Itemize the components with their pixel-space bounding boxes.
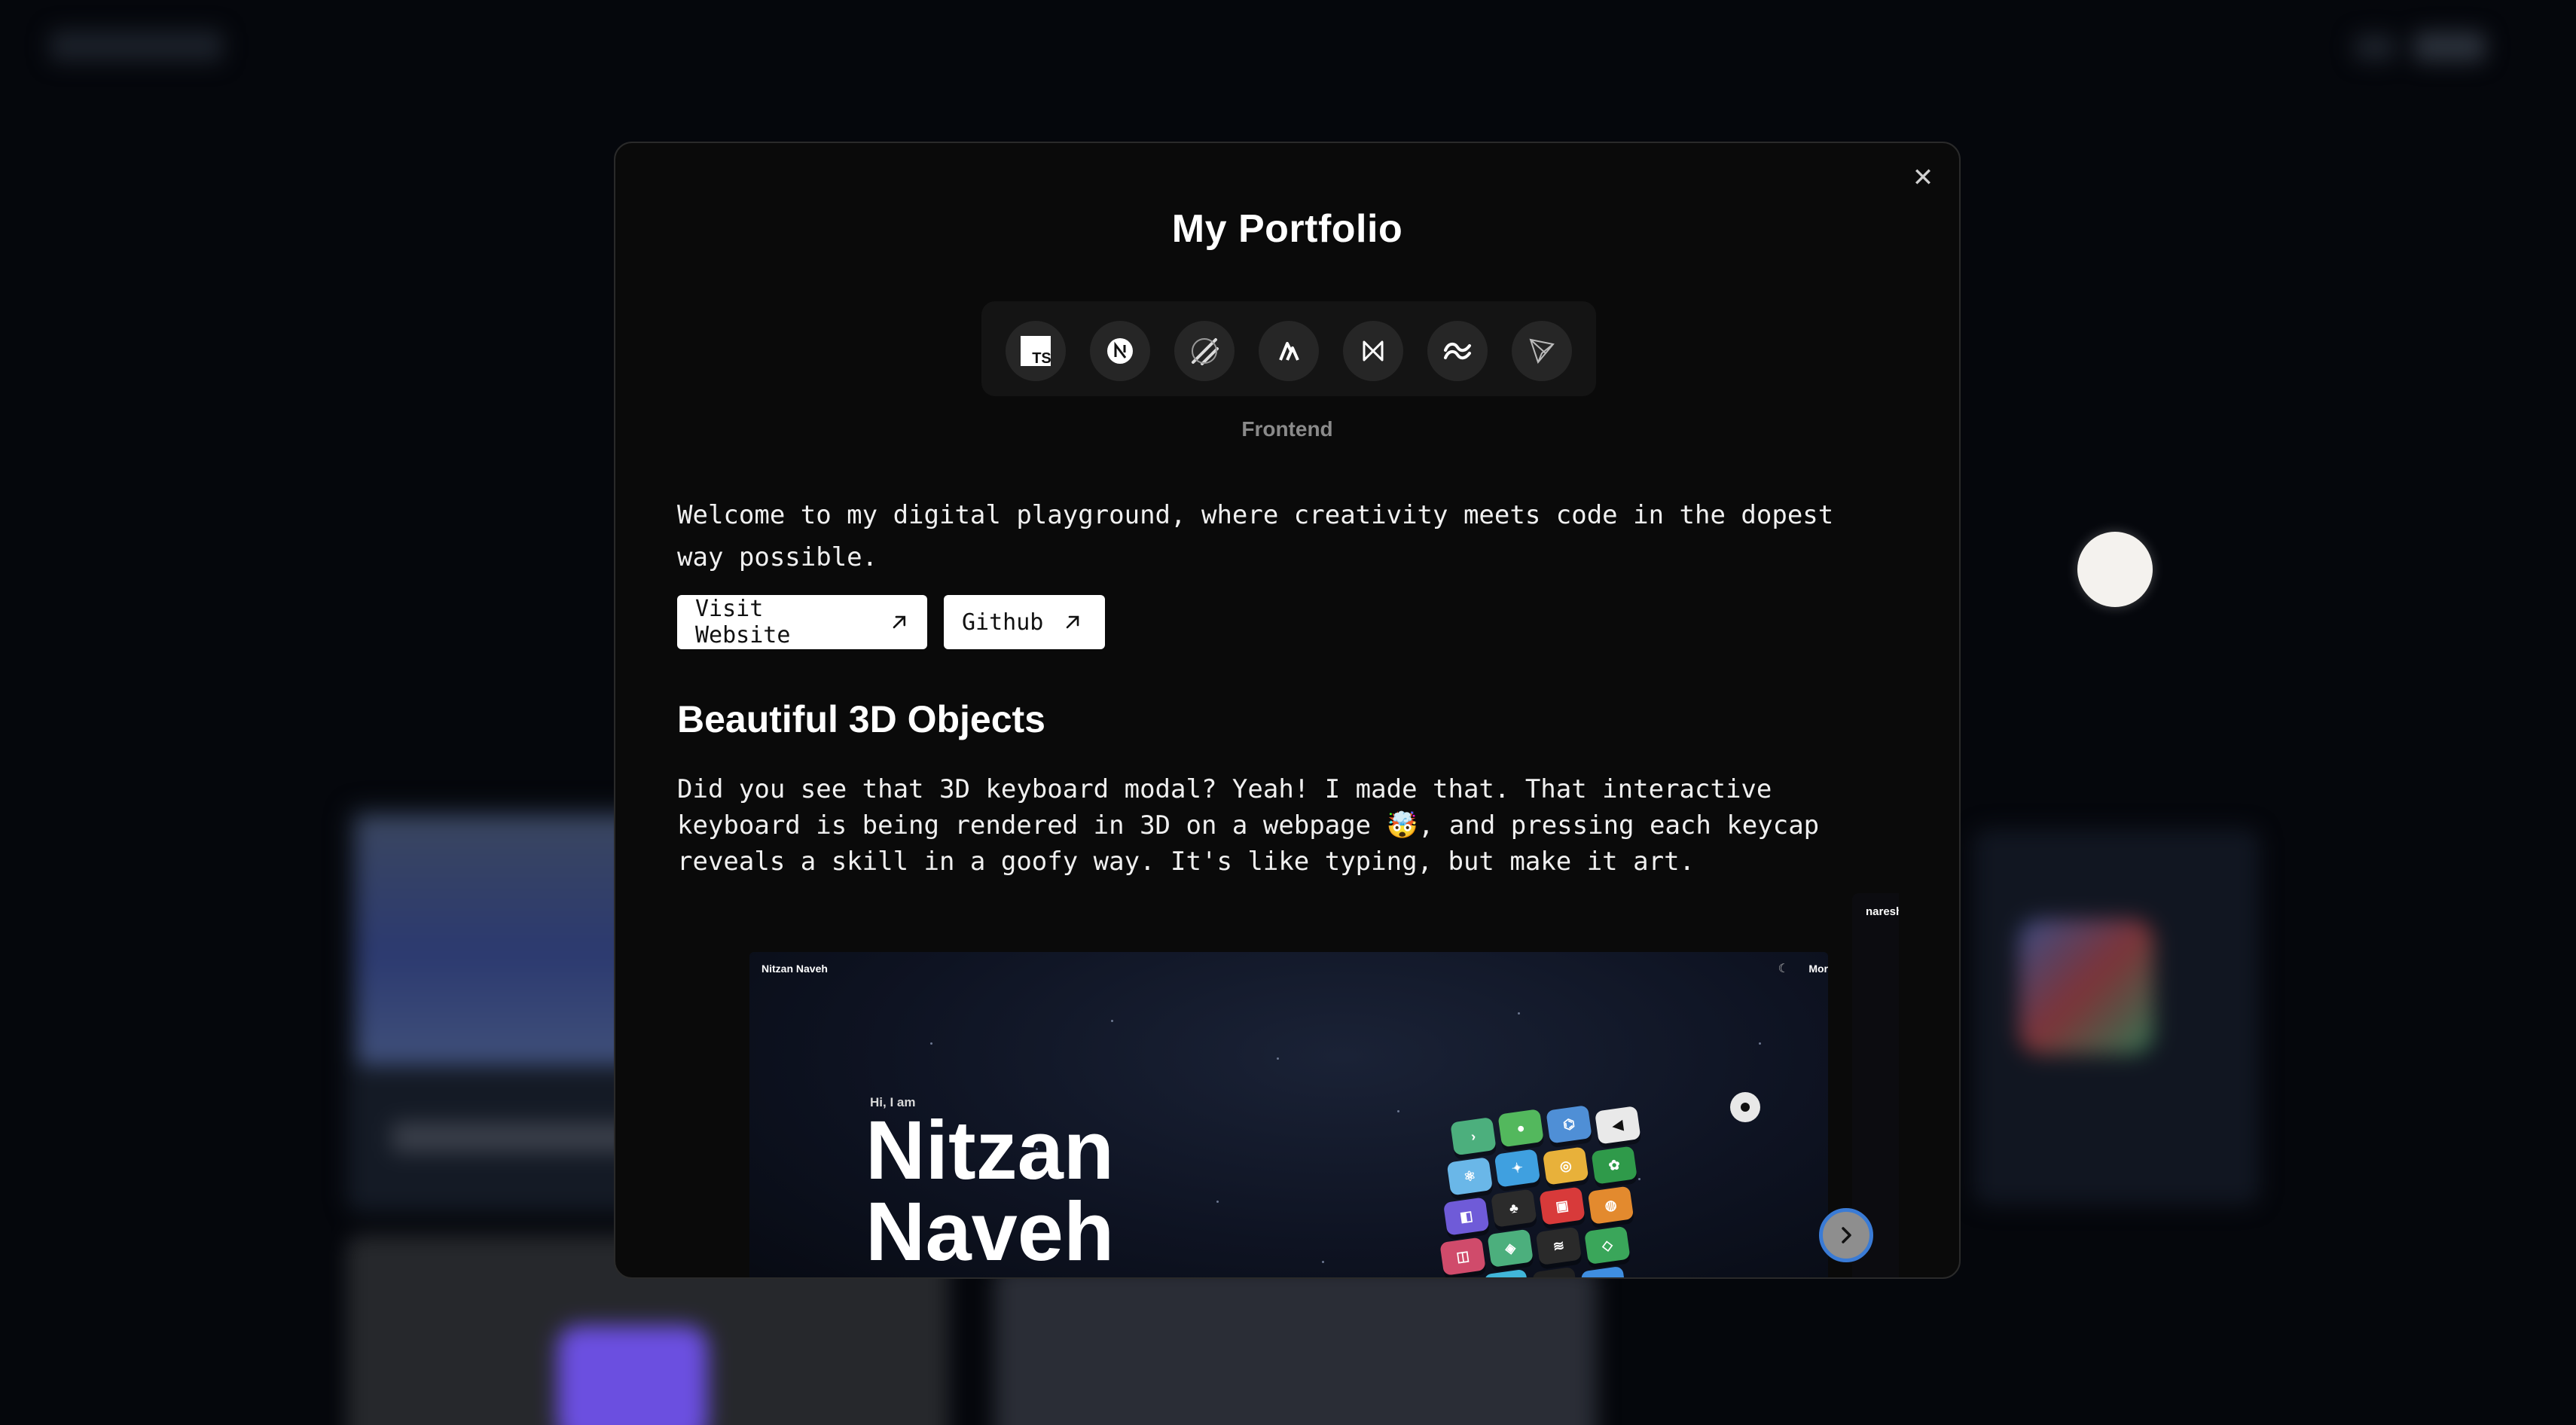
keyboard-illustration: › ● ⌬ ◀ ⚛ ✦ ◎ ✿ ◧ ♣ ▣ ◍ ◫ ◈ ≋ ◇ TS: [1396, 1085, 1699, 1279]
slide-name-line1: Nitzan: [865, 1104, 1114, 1197]
next-slide-label: naresh: [1866, 905, 1899, 918]
project-modal: ✕ My Portfolio TS Frontend Welcome to my…: [614, 142, 1961, 1279]
background-logo: [50, 30, 223, 62]
slide-cursor-dot: [1730, 1092, 1760, 1122]
background-nav-item: [2355, 35, 2395, 60]
keycap-ts: TS: [1436, 1277, 1483, 1279]
github-label: Github: [962, 609, 1044, 636]
arrow-up-right-icon: [1067, 615, 1079, 629]
close-icon[interactable]: ✕: [1912, 163, 1934, 193]
section-heading: Beautiful 3D Objects: [677, 698, 1045, 740]
page: ✕ My Portfolio TS Frontend Welcome to my…: [0, 0, 2576, 1425]
project-description: Welcome to my digital playground, where …: [677, 500, 1834, 572]
chevron-right-icon: [1842, 1227, 1851, 1243]
typescript-icon[interactable]: TS: [1006, 321, 1066, 381]
visit-website-label: Visit Website: [695, 596, 791, 648]
carousel-slide: Nitzan Naveh ☾ Mor Hi, I am Nitzan Naveh: [749, 952, 1828, 1279]
background-nav-button: [2413, 32, 2486, 62]
background-project-card: [1973, 828, 2260, 1205]
tailwind-icon[interactable]: [1427, 321, 1488, 381]
cursor-orb: [2077, 532, 2153, 607]
moon-icon: ☾: [1778, 961, 1789, 975]
section-text: Did you see that 3D keyboard modal? Yeah…: [677, 774, 1820, 877]
slide-nav-more: Mor: [1808, 963, 1828, 975]
shadcn-icon[interactable]: [1174, 321, 1235, 381]
svg-text:TS: TS: [1032, 350, 1051, 367]
slide-brand: Nitzan Naveh: [762, 963, 828, 975]
tech-stack-bar: TS: [981, 301, 1596, 396]
tech-stack-label: Frontend: [1241, 417, 1333, 441]
slide-name: Nitzan Naveh: [865, 1104, 1115, 1278]
visit-website-button[interactable]: Visit Website: [677, 595, 927, 649]
spline-icon[interactable]: [1512, 321, 1572, 381]
background-project-card: [994, 1265, 1597, 1425]
nextjs-icon[interactable]: [1090, 321, 1150, 381]
carousel-next-button[interactable]: [1819, 1208, 1873, 1262]
close-button[interactable]: ✕: [1906, 161, 1940, 194]
screenshot-carousel: naresh Nitzan Naveh ☾ Mor Hi, I am Nitza…: [677, 893, 1899, 1279]
github-button[interactable]: Github: [944, 595, 1105, 649]
framer-motion-icon[interactable]: [1343, 321, 1403, 381]
arrow-up-right-icon: [893, 615, 906, 629]
aceternity-icon[interactable]: [1259, 321, 1319, 381]
modal-title: My Portfolio: [1171, 207, 1403, 251]
slide-name-line2: Naveh: [865, 1185, 1115, 1278]
